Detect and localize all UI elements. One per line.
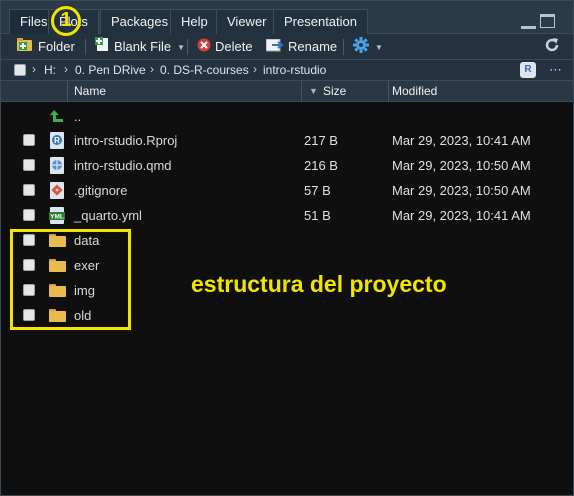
new-folder-button[interactable]: Folder: [17, 37, 75, 57]
column-header-modified[interactable]: Modified: [392, 84, 437, 98]
gear-icon: [353, 37, 369, 59]
row-checkbox[interactable]: [23, 159, 35, 171]
toolbar-divider: [343, 39, 344, 55]
git-icon: [49, 182, 65, 202]
svg-text:R: R: [54, 136, 60, 145]
refresh-button[interactable]: [544, 37, 564, 57]
yml-icon: YML: [49, 207, 65, 227]
breadcrumb: › H: › 0. Pen DRive › 0. DS-R-courses › …: [1, 60, 573, 81]
file-size: 216 B: [304, 158, 338, 173]
toolbar-divider: [85, 39, 86, 55]
breadcrumb-separator-icon: ›: [150, 62, 154, 76]
dropdown-caret-icon: ▼: [375, 43, 383, 52]
minimize-pane-button[interactable]: [521, 16, 536, 29]
breadcrumb-item-ds-r-courses[interactable]: 0. DS-R-courses: [160, 63, 249, 77]
file-size: 57 B: [304, 183, 331, 198]
file-name[interactable]: _quarto.yml: [74, 208, 142, 223]
row-checkbox[interactable]: [23, 134, 35, 146]
column-header-name[interactable]: Name: [74, 84, 106, 98]
sort-descending-icon: ▼: [309, 86, 318, 96]
annotation-number-marker: 1: [51, 6, 81, 36]
tab-packages[interactable]: Packages: [100, 9, 180, 34]
file-name[interactable]: .gitignore: [74, 183, 127, 198]
breadcrumb-item-drive[interactable]: H:: [44, 63, 56, 77]
close-icon[interactable]: ⋯: [549, 62, 562, 78]
delete-icon: [197, 38, 211, 58]
annotation-label: estructura del proyecto: [191, 271, 447, 297]
breadcrumb-separator-icon: ›: [64, 62, 68, 76]
tab-help[interactable]: Help: [170, 9, 219, 34]
files-toolbar: Folder Blank File ▼ Delete Rename ▼: [1, 34, 573, 60]
tab-viewer[interactable]: Viewer: [216, 9, 278, 34]
quarto-icon: [49, 157, 65, 177]
dropdown-caret-icon: ▼: [177, 42, 185, 52]
file-modified: Mar 29, 2023, 10:50 AM: [392, 183, 531, 198]
table-row[interactable]: YML _quarto.yml 51 B Mar 29, 2023, 10:41…: [1, 203, 573, 228]
file-modified: Mar 29, 2023, 10:41 AM: [392, 208, 531, 223]
files-pane: Files Plots Packages Help Viewer Present…: [0, 0, 574, 496]
blank-file-button[interactable]: Blank File ▼: [95, 37, 185, 57]
new-file-icon: [95, 37, 110, 58]
row-checkbox[interactable]: [23, 209, 35, 221]
annotation-highlight-box: [10, 229, 131, 330]
rename-button[interactable]: Rename: [265, 37, 337, 58]
column-divider: [301, 81, 302, 102]
toolbar-divider: [187, 39, 188, 55]
column-header-size[interactable]: Size: [323, 84, 346, 98]
file-name[interactable]: intro-rstudio.qmd: [74, 158, 172, 173]
tab-bar: Files Plots Packages Help Viewer Present…: [1, 1, 573, 34]
rproj-icon: R: [49, 132, 65, 152]
column-divider: [67, 81, 68, 102]
table-row[interactable]: .gitignore 57 B Mar 29, 2023, 10:50 AM: [1, 178, 573, 203]
file-modified: Mar 29, 2023, 10:41 AM: [392, 133, 531, 148]
breadcrumb-item-pen-drive[interactable]: 0. Pen DRive: [75, 63, 146, 77]
file-size: 51 B: [304, 208, 331, 223]
file-modified: Mar 29, 2023, 10:50 AM: [392, 158, 531, 173]
new-folder-icon: [17, 37, 34, 58]
refresh-icon: [544, 37, 560, 59]
select-all-checkbox[interactable]: [14, 64, 26, 76]
table-row[interactable]: R intro-rstudio.Rproj 217 B Mar 29, 2023…: [1, 128, 573, 153]
column-divider: [388, 81, 389, 102]
tab-presentation[interactable]: Presentation: [273, 9, 368, 34]
go-to-project-icon[interactable]: R: [520, 62, 536, 78]
table-row[interactable]: intro-rstudio.qmd 216 B Mar 29, 2023, 10…: [1, 153, 573, 178]
svg-text:YML: YML: [50, 214, 64, 221]
breadcrumb-item-intro-rstudio[interactable]: intro-rstudio: [263, 63, 326, 77]
breadcrumb-home-icon: ›: [32, 62, 36, 76]
parent-directory-row[interactable]: ..: [1, 104, 573, 129]
delete-button[interactable]: Delete: [197, 37, 253, 57]
parent-folder-arrow-icon: [49, 108, 65, 127]
row-checkbox[interactable]: [23, 184, 35, 196]
breadcrumb-separator-icon: ›: [253, 62, 257, 76]
parent-directory-label: ..: [74, 109, 82, 124]
rename-icon: [265, 38, 284, 58]
file-size: 217 B: [304, 133, 338, 148]
more-options-button[interactable]: ▼: [353, 37, 383, 57]
file-name[interactable]: intro-rstudio.Rproj: [74, 133, 177, 148]
file-list-header: Name ▼ Size Modified: [1, 81, 573, 102]
maximize-pane-button[interactable]: [540, 14, 555, 28]
